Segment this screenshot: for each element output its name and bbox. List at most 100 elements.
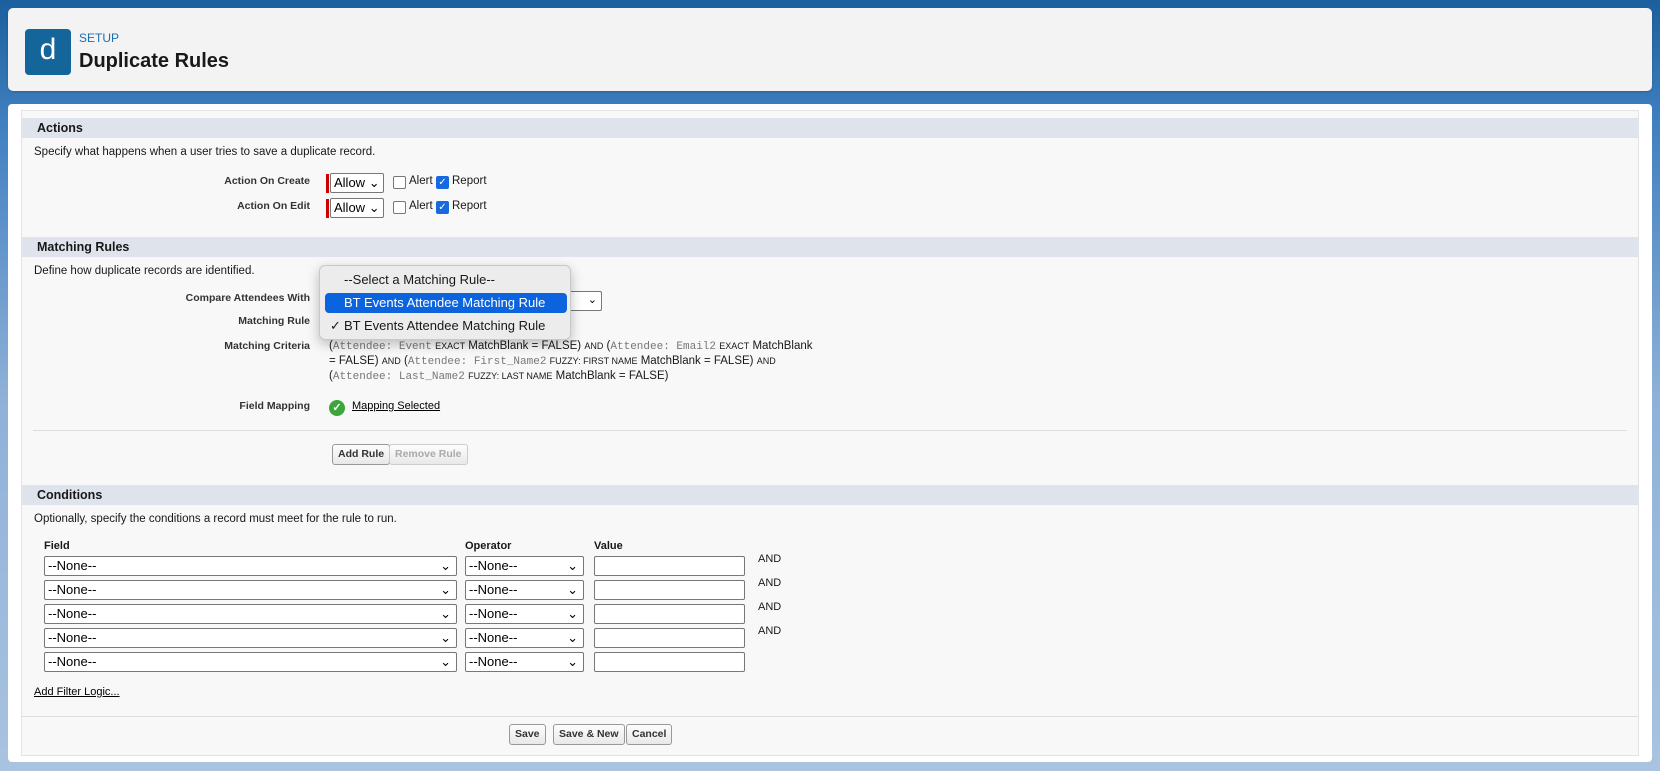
- chevron-down-icon: ⌄: [567, 606, 578, 621]
- criteria-op: FUZZY: LAST NAME: [468, 371, 553, 381]
- matching-rule-label: Matching Rule: [238, 315, 310, 327]
- report-checkbox[interactable]: ✓: [436, 201, 449, 214]
- divider: [22, 716, 1638, 717]
- and-label: AND: [758, 601, 782, 613]
- chevron-down-icon: ⌄: [440, 606, 451, 621]
- chevron-down-icon: ⌄: [567, 654, 578, 669]
- report-checkbox[interactable]: ✓: [436, 176, 449, 189]
- condition-value-input[interactable]: [594, 652, 745, 672]
- compare-label: Compare Attendees With: [185, 292, 310, 304]
- condition-operator-select[interactable]: --None-- ⌄: [465, 580, 584, 600]
- criteria-op: EXACT: [719, 341, 750, 351]
- criteria-text: MatchBlank = FALSE): [555, 370, 669, 382]
- required-indicator: [326, 199, 329, 218]
- alert-checkbox[interactable]: [393, 201, 406, 214]
- required-indicator: [326, 174, 329, 193]
- condition-field-select[interactable]: --None-- ⌄: [44, 628, 457, 648]
- condition-field-select[interactable]: --None-- ⌄: [44, 556, 457, 576]
- checkmark-icon: ✓: [330, 318, 341, 333]
- page-header: [8, 8, 1652, 91]
- alert-label: Alert: [409, 200, 433, 212]
- operator-value: --None--: [469, 606, 518, 621]
- chevron-down-icon: ⌄: [440, 582, 451, 597]
- condition-operator-select[interactable]: --None-- ⌄: [465, 556, 584, 576]
- conditions-description: Optionally, specify the conditions a rec…: [34, 513, 397, 525]
- chevron-down-icon: ⌄: [567, 630, 578, 645]
- condition-field-select[interactable]: --None-- ⌄: [44, 604, 457, 624]
- option-label: BT Events Attendee Matching Rule: [344, 318, 546, 333]
- criteria-text: MatchBlank = FALSE): [640, 355, 754, 367]
- condition-value-input[interactable]: [594, 580, 745, 600]
- section-matching-rules: Matching Rules: [21, 237, 1639, 257]
- chevron-down-icon: ⌄: [440, 558, 451, 573]
- condition-value-input[interactable]: [594, 628, 745, 648]
- section-actions: Actions: [21, 118, 1639, 138]
- condition-operator-select[interactable]: --None-- ⌄: [465, 628, 584, 648]
- operator-value: --None--: [469, 582, 518, 597]
- chevron-down-icon: ⌄: [440, 654, 451, 669]
- dropdown-option-bt-events-selected[interactable]: ✓ BT Events Attendee Matching Rule: [325, 316, 567, 336]
- matching-criteria: (Attendee: Event EXACT MatchBlank = FALS…: [329, 339, 814, 384]
- operator-value: --None--: [469, 558, 518, 573]
- action-label: Action On Edit: [237, 200, 310, 212]
- breadcrumb[interactable]: SETUP: [79, 31, 119, 45]
- dropdown-option-select[interactable]: --Select a Matching Rule--: [325, 270, 567, 290]
- action-label: Action On Create: [224, 175, 310, 187]
- add-rule-button[interactable]: Add Rule: [332, 444, 391, 465]
- criteria-op: FUZZY: FIRST NAME: [549, 356, 638, 366]
- column-field: Field: [44, 540, 70, 552]
- field-value: --None--: [48, 606, 97, 621]
- column-operator: Operator: [465, 540, 512, 552]
- remove-rule-button[interactable]: Remove Rule: [389, 444, 468, 465]
- criteria-text: MatchBlank = FALSE): [468, 340, 582, 352]
- chevron-down-icon: ⌄: [567, 582, 578, 597]
- section-conditions: Conditions: [21, 485, 1639, 505]
- chevron-down-icon: ⌄: [567, 558, 578, 573]
- condition-operator-select[interactable]: --None-- ⌄: [465, 604, 584, 624]
- condition-value-input[interactable]: [594, 604, 745, 624]
- actions-description: Specify what happens when a user tries t…: [34, 146, 376, 158]
- save-button[interactable]: Save: [509, 724, 546, 745]
- condition-operator-select[interactable]: --None-- ⌄: [465, 652, 584, 672]
- column-value: Value: [594, 540, 623, 552]
- and-label: AND: [758, 577, 782, 589]
- check-circle-icon: ✓: [329, 400, 345, 416]
- alert-checkbox[interactable]: [393, 176, 406, 189]
- divider: [33, 430, 1627, 431]
- action-value: Allow: [334, 175, 366, 190]
- operator-value: --None--: [469, 630, 518, 645]
- field-value: --None--: [48, 630, 97, 645]
- criteria-field: Attendee: Last_Name2: [332, 371, 465, 383]
- alert-label: Alert: [409, 175, 433, 187]
- page-title: Duplicate Rules: [79, 50, 230, 72]
- field-value: --None--: [48, 558, 97, 573]
- criteria-and: AND: [381, 356, 401, 366]
- add-filter-logic-link[interactable]: Add Filter Logic...: [34, 686, 120, 698]
- mapping-selected-link[interactable]: Mapping Selected: [352, 400, 440, 412]
- condition-field-select[interactable]: --None-- ⌄: [44, 580, 457, 600]
- action-select[interactable]: Allow ⌄: [330, 173, 384, 193]
- condition-field-select[interactable]: --None-- ⌄: [44, 652, 457, 672]
- operator-value: --None--: [469, 654, 518, 669]
- condition-value-input[interactable]: [594, 556, 745, 576]
- matching-criteria-label: Matching Criteria: [224, 340, 310, 352]
- field-value: --None--: [48, 582, 97, 597]
- matching-description: Define how duplicate records are identif…: [34, 265, 255, 277]
- chevron-down-icon: ⌄: [440, 630, 451, 645]
- criteria-field: Attendee: First_Name2: [407, 356, 547, 368]
- action-select[interactable]: Allow ⌄: [330, 198, 384, 218]
- report-label: Report: [452, 175, 487, 187]
- save-and-new-button[interactable]: Save & New: [553, 724, 625, 745]
- criteria-op: EXACT: [435, 341, 466, 351]
- criteria-and: AND: [756, 356, 776, 366]
- field-value: --None--: [48, 654, 97, 669]
- criteria-field: Attendee: Email2: [610, 341, 717, 353]
- report-label: Report: [452, 200, 487, 212]
- criteria-and: AND: [584, 341, 604, 351]
- matching-rule-dropdown[interactable]: --Select a Matching Rule-- BT Events Att…: [319, 265, 571, 340]
- duplicate-rules-icon: d: [25, 29, 71, 75]
- dropdown-option-bt-events-highlighted[interactable]: BT Events Attendee Matching Rule: [325, 293, 567, 313]
- criteria-field: Attendee: Event: [332, 341, 432, 353]
- cancel-button[interactable]: Cancel: [626, 724, 673, 745]
- and-label: AND: [758, 625, 782, 637]
